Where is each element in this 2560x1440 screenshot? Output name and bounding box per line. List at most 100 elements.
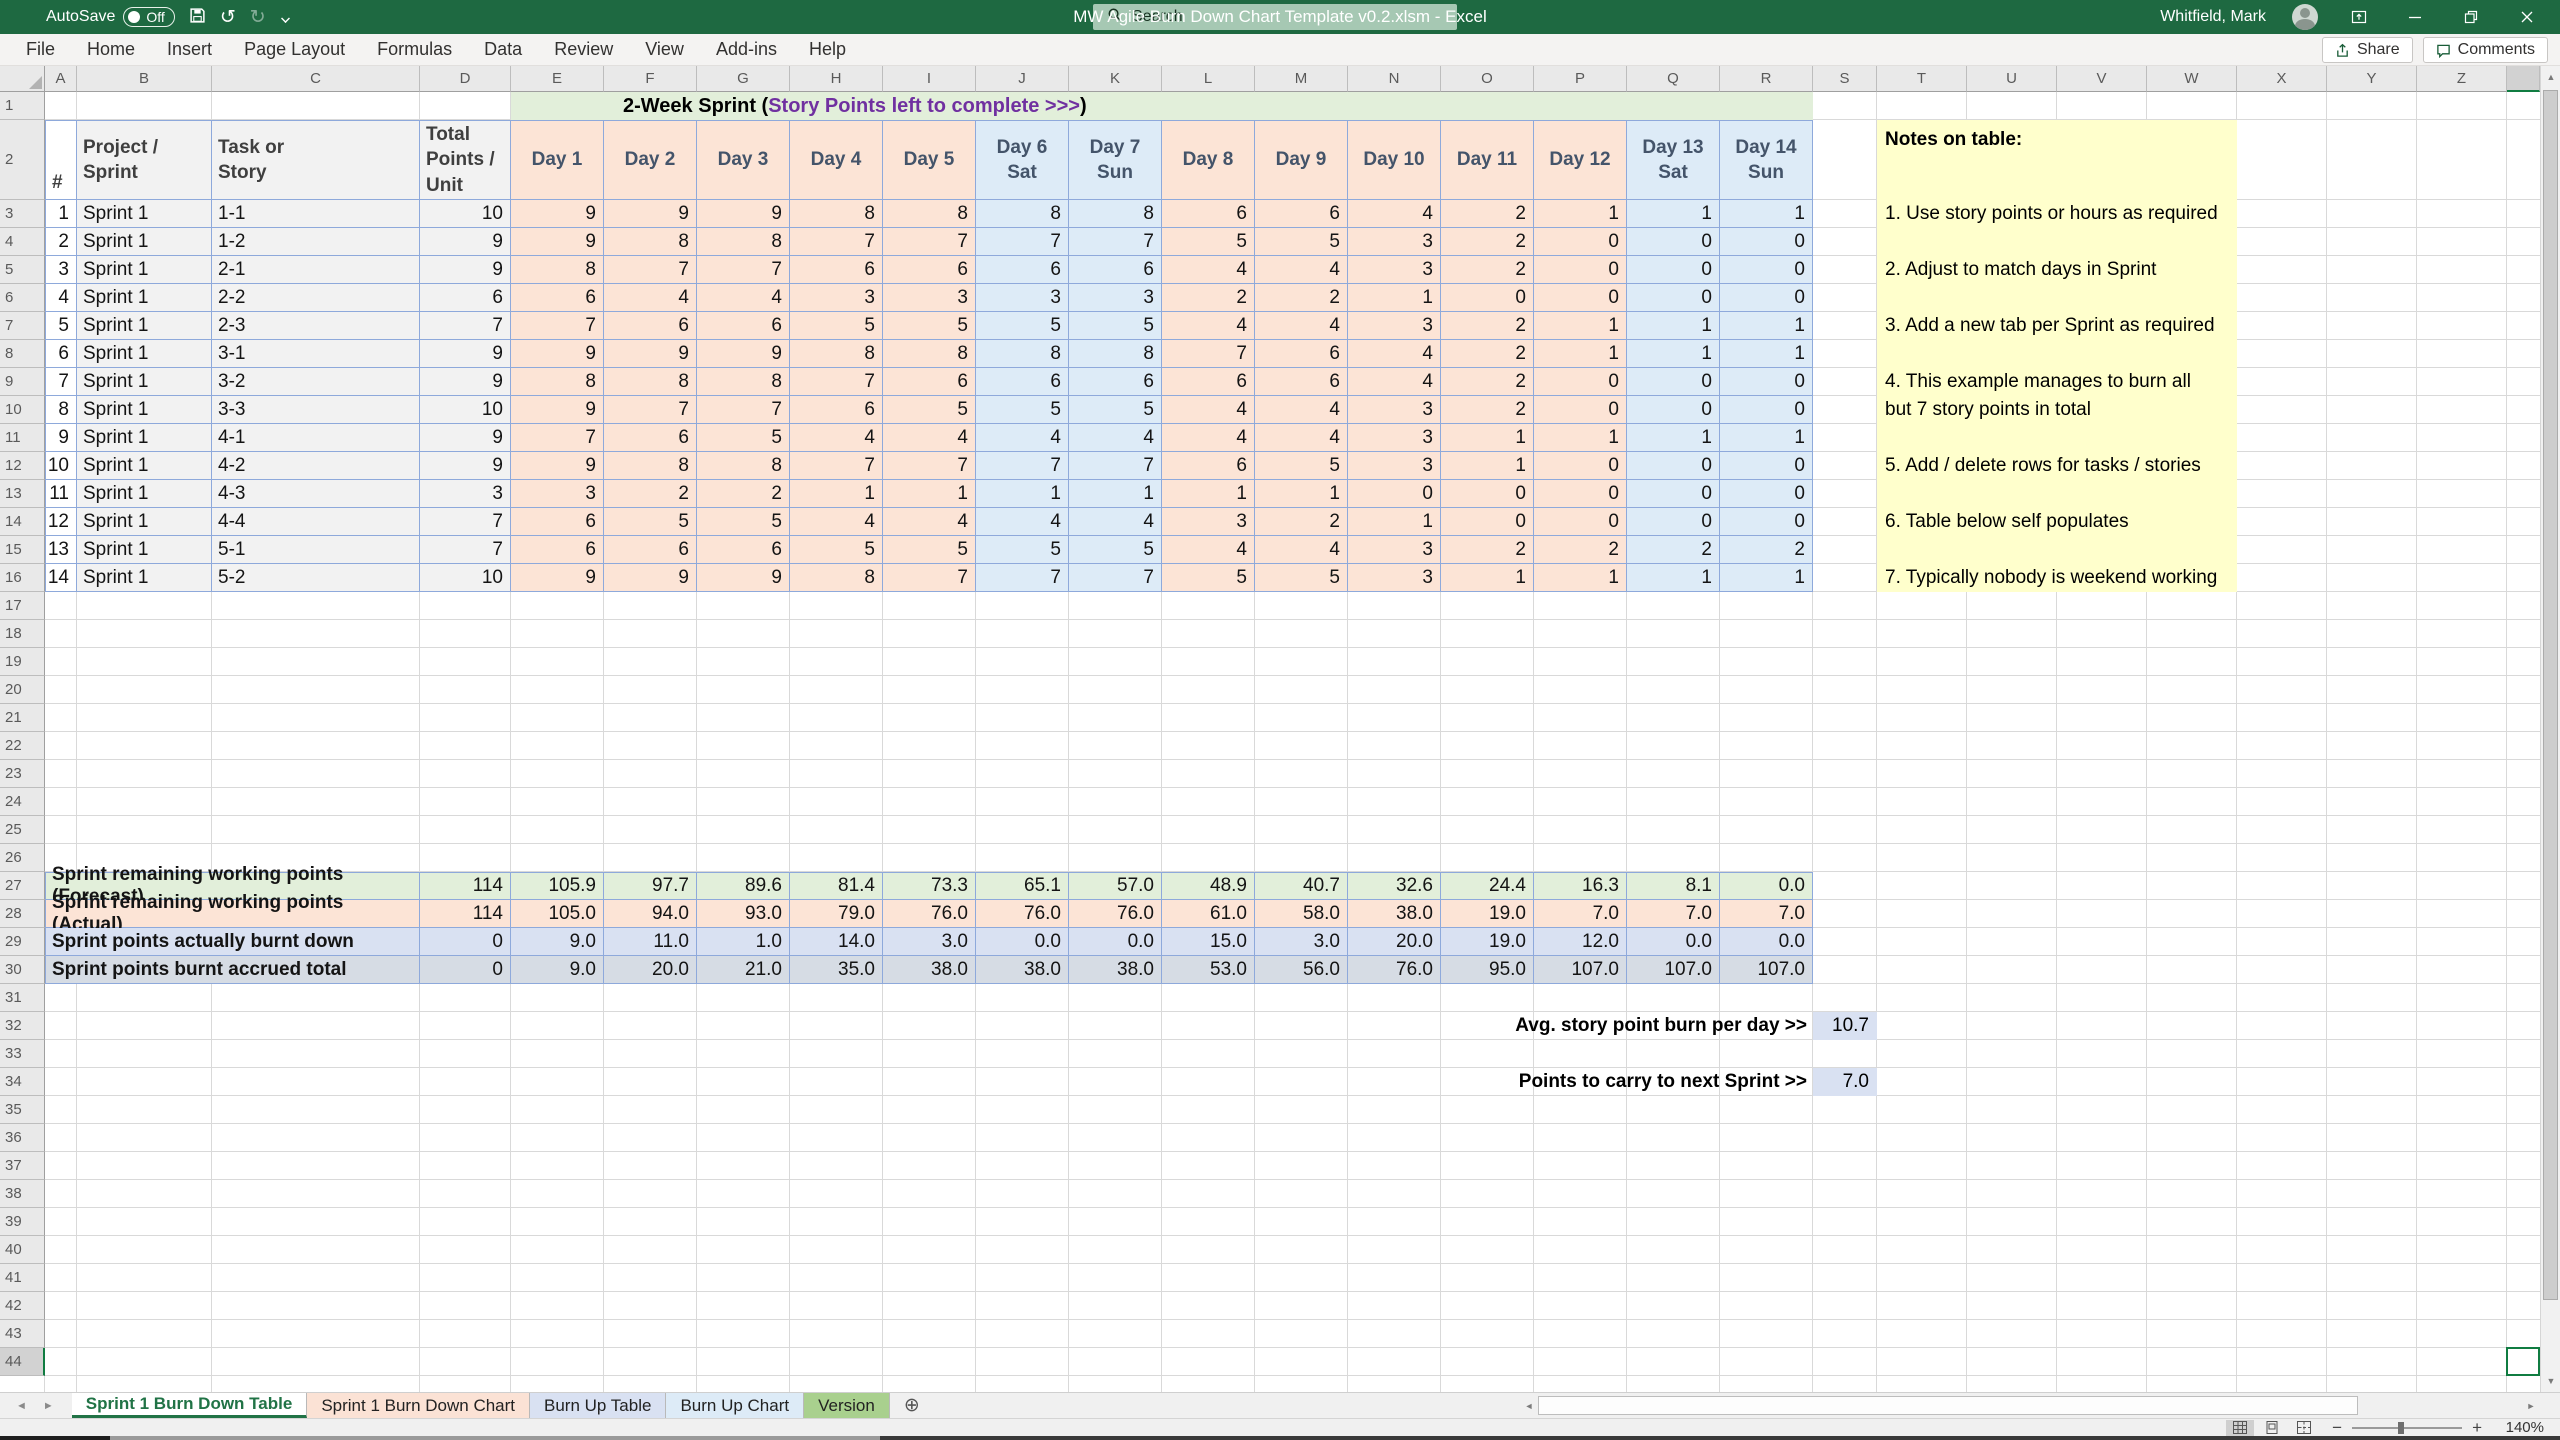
summary-cell-H27[interactable]: 81.4	[790, 872, 883, 900]
select-all-corner[interactable]	[0, 66, 45, 92]
summary-cell-G30[interactable]: 21.0	[697, 956, 790, 984]
cell-K4[interactable]: 7	[1069, 228, 1162, 256]
summary-cell-M29[interactable]: 3.0	[1255, 928, 1348, 956]
cell-F8[interactable]: 9	[604, 340, 697, 368]
cell-E9[interactable]: 8	[511, 368, 604, 396]
cell-I8[interactable]: 8	[883, 340, 976, 368]
summary-cell-M27[interactable]: 40.7	[1255, 872, 1348, 900]
save-icon[interactable]	[189, 7, 206, 28]
cell-J9[interactable]: 6	[976, 368, 1069, 396]
row-header-28[interactable]: 28	[0, 900, 45, 928]
row-header-36[interactable]: 36	[0, 1124, 45, 1152]
row-header-31[interactable]: 31	[0, 984, 45, 1012]
cell-R3[interactable]: 1	[1720, 200, 1813, 228]
cell-C12[interactable]: 4-2	[212, 452, 420, 480]
zoom-slider[interactable]	[2352, 1427, 2462, 1429]
cell-C7[interactable]: 2-3	[212, 312, 420, 340]
sheet-tab-burn-up-chart[interactable]: Burn Up Chart	[666, 1393, 804, 1418]
summary-cell-D27[interactable]: 114	[420, 872, 511, 900]
cell-R8[interactable]: 1	[1720, 340, 1813, 368]
cell-O7[interactable]: 2	[1441, 312, 1534, 340]
zoom-level[interactable]: 140%	[2498, 1419, 2544, 1436]
cell-D5[interactable]: 9	[420, 256, 511, 284]
cell-P14[interactable]: 0	[1534, 508, 1627, 536]
cell-K11[interactable]: 4	[1069, 424, 1162, 452]
cell-H16[interactable]: 8	[790, 564, 883, 592]
row-header-2[interactable]: 2	[0, 120, 45, 200]
cell-O11[interactable]: 1	[1441, 424, 1534, 452]
cell-P8[interactable]: 1	[1534, 340, 1627, 368]
cell-P7[interactable]: 1	[1534, 312, 1627, 340]
metric-value-32[interactable]: 10.7	[1813, 1012, 1877, 1040]
cell-R12[interactable]: 0	[1720, 452, 1813, 480]
cell-F7[interactable]: 6	[604, 312, 697, 340]
summary-cell-F27[interactable]: 97.7	[604, 872, 697, 900]
cell-N3[interactable]: 4	[1348, 200, 1441, 228]
cell-Q13[interactable]: 0	[1627, 480, 1720, 508]
sheet-tab-sprint-1-burn-down-chart[interactable]: Sprint 1 Burn Down Chart	[307, 1393, 530, 1418]
row-header-21[interactable]: 21	[0, 704, 45, 732]
summary-label-29[interactable]: Sprint points actually burnt down	[45, 928, 420, 956]
summary-cell-J28[interactable]: 76.0	[976, 900, 1069, 928]
cell-Q9[interactable]: 0	[1627, 368, 1720, 396]
cell-H15[interactable]: 5	[790, 536, 883, 564]
cell-A7[interactable]: 5	[45, 312, 77, 340]
column-header-X[interactable]: X	[2237, 66, 2327, 92]
column-header-Q[interactable]: Q	[1627, 66, 1720, 92]
cell-D3[interactable]: 10	[420, 200, 511, 228]
column-header-AA[interactable]	[2507, 66, 2540, 92]
cell-Q14[interactable]: 0	[1627, 508, 1720, 536]
cell-B11[interactable]: Sprint 1	[77, 424, 212, 452]
cell-A11[interactable]: 9	[45, 424, 77, 452]
cell-M6[interactable]: 2	[1255, 284, 1348, 312]
ribbon-tab-home[interactable]: Home	[71, 34, 151, 66]
summary-cell-K28[interactable]: 76.0	[1069, 900, 1162, 928]
cell-C14[interactable]: 4-4	[212, 508, 420, 536]
cell-Q6[interactable]: 0	[1627, 284, 1720, 312]
row-header-4[interactable]: 4	[0, 228, 45, 256]
row-header-14[interactable]: 14	[0, 508, 45, 536]
cell-N13[interactable]: 0	[1348, 480, 1441, 508]
column-header-H[interactable]: H	[790, 66, 883, 92]
summary-cell-K29[interactable]: 0.0	[1069, 928, 1162, 956]
summary-label-28[interactable]: Sprint remaining working points (Actual)	[45, 900, 420, 928]
cell-M3[interactable]: 6	[1255, 200, 1348, 228]
cell-P9[interactable]: 0	[1534, 368, 1627, 396]
cell-K8[interactable]: 8	[1069, 340, 1162, 368]
header-day-10[interactable]: Day 10	[1348, 120, 1441, 200]
new-sheet-button[interactable]: ⊕	[890, 1393, 934, 1418]
cell-Q7[interactable]: 1	[1627, 312, 1720, 340]
row-header-32[interactable]: 32	[0, 1012, 45, 1040]
summary-cell-O30[interactable]: 95.0	[1441, 956, 1534, 984]
cell-I7[interactable]: 5	[883, 312, 976, 340]
summary-cell-G29[interactable]: 1.0	[697, 928, 790, 956]
column-header-L[interactable]: L	[1162, 66, 1255, 92]
active-cell-AA44[interactable]	[2506, 1347, 2540, 1376]
cell-H12[interactable]: 7	[790, 452, 883, 480]
autosave-pill[interactable]: Off	[123, 7, 174, 27]
summary-cell-Q28[interactable]: 7.0	[1627, 900, 1720, 928]
cell-E5[interactable]: 8	[511, 256, 604, 284]
cell-F13[interactable]: 2	[604, 480, 697, 508]
cell-G16[interactable]: 9	[697, 564, 790, 592]
cell-H8[interactable]: 8	[790, 340, 883, 368]
cell-H6[interactable]: 3	[790, 284, 883, 312]
cell-C16[interactable]: 5-2	[212, 564, 420, 592]
cell-I9[interactable]: 6	[883, 368, 976, 396]
summary-cell-Q29[interactable]: 0.0	[1627, 928, 1720, 956]
summary-cell-L28[interactable]: 61.0	[1162, 900, 1255, 928]
cell-N7[interactable]: 3	[1348, 312, 1441, 340]
cell-J4[interactable]: 7	[976, 228, 1069, 256]
summary-cell-N28[interactable]: 38.0	[1348, 900, 1441, 928]
cell-M16[interactable]: 5	[1255, 564, 1348, 592]
cell-N10[interactable]: 3	[1348, 396, 1441, 424]
summary-cell-F29[interactable]: 11.0	[604, 928, 697, 956]
row-header-9[interactable]: 9	[0, 368, 45, 396]
summary-cell-R27[interactable]: 0.0	[1720, 872, 1813, 900]
cell-N5[interactable]: 3	[1348, 256, 1441, 284]
cell-H11[interactable]: 4	[790, 424, 883, 452]
page-break-view-icon[interactable]	[2290, 1420, 2318, 1436]
cell-C13[interactable]: 4-3	[212, 480, 420, 508]
cell-E12[interactable]: 9	[511, 452, 604, 480]
row-header-19[interactable]: 19	[0, 648, 45, 676]
